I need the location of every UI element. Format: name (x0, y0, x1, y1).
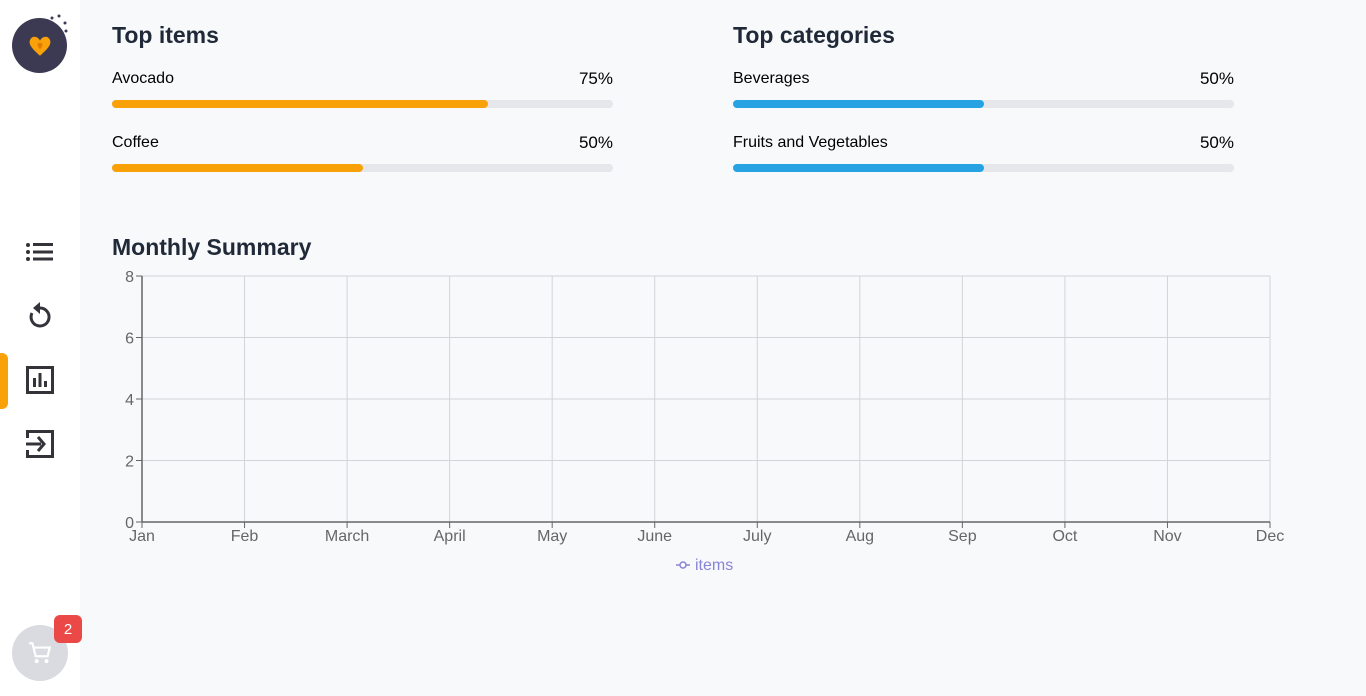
cart-count-badge: 2 (54, 615, 82, 643)
x-tick-label: Dec (1256, 528, 1284, 545)
progress-track (733, 100, 1234, 108)
x-tick-label: April (434, 528, 466, 545)
x-tick-label: June (637, 528, 672, 545)
x-tick-label: Aug (846, 528, 874, 545)
logout-icon (26, 430, 54, 458)
progress-track (733, 164, 1234, 172)
legend-marker (679, 561, 687, 569)
top-items-title: Top items (112, 22, 219, 48)
loading-dots-icon (50, 14, 68, 33)
item-name: Avocado (112, 70, 174, 87)
active-indicator (0, 353, 8, 409)
x-tick-label: Jan (129, 528, 155, 545)
progress-fill (112, 164, 363, 172)
x-tick-label: May (537, 528, 567, 545)
y-tick-label: 4 (125, 392, 134, 409)
progress-fill (733, 164, 984, 172)
item-percent: 50% (578, 133, 613, 152)
sidebar: 2 (0, 0, 82, 696)
category-name: Fruits and Vegetables (733, 134, 888, 151)
item-name: Coffee (112, 134, 159, 151)
monthly-summary-title: Monthly Summary (112, 234, 312, 260)
category-name: Beverages (733, 70, 810, 87)
x-tick-label: March (325, 528, 369, 545)
progress-fill (733, 100, 984, 108)
nav-history[interactable] (22, 298, 58, 334)
heart-logo-icon (29, 36, 50, 56)
item-percent: 75% (578, 69, 613, 88)
y-tick-label: 8 (125, 269, 134, 286)
x-tick-label: Feb (231, 528, 259, 545)
x-tick-label: Sep (948, 528, 977, 545)
progress-track (112, 100, 613, 108)
x-tick-label: July (743, 528, 771, 545)
nav-logout[interactable] (22, 426, 58, 462)
category-percent: 50% (1199, 69, 1234, 88)
x-tick-label: Nov (1153, 528, 1181, 545)
x-tick-label: Oct (1052, 528, 1077, 545)
progress-track (112, 164, 613, 172)
history-icon (29, 302, 51, 328)
progress-fill (112, 100, 488, 108)
nav-statistics[interactable] (22, 362, 58, 398)
list-icon (26, 243, 53, 261)
legend-item: items (676, 557, 733, 574)
bar-chart-icon (26, 366, 54, 394)
top-categories-title: Top categories (733, 22, 895, 48)
nav-items[interactable] (22, 234, 58, 270)
cart-icon (29, 642, 52, 664)
y-tick-label: 0 (125, 515, 134, 532)
y-tick-label: 2 (125, 454, 134, 471)
y-tick-label: 6 (125, 331, 134, 348)
legend-label: items (695, 557, 733, 574)
category-percent: 50% (1199, 133, 1234, 152)
